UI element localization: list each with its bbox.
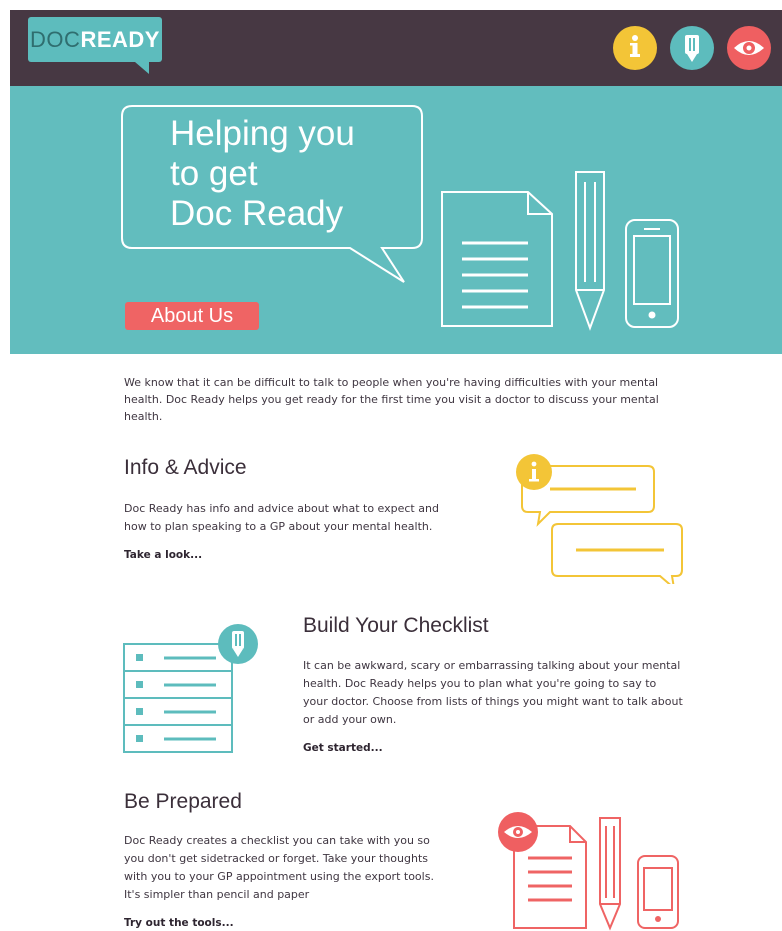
pencil-outline-icon [599,817,621,931]
info-advice-text: Doc Ready has info and advice about what… [124,502,439,533]
be-prepared-title: Be Prepared [124,790,242,813]
be-prepared-illustration [498,812,679,931]
eye-icon [734,41,764,55]
info-advice-title: Info & Advice [124,456,247,479]
logo-doc: DOC [30,27,81,52]
checklist-icon [123,643,233,753]
hero-banner: Helping you to get Doc Ready About Us [10,86,782,354]
phone-icon [625,219,679,328]
hero-title-line: Doc Ready [170,194,344,233]
info-icon [516,454,552,490]
page: DOCREADY Helping you to get Doc Ready Ab… [10,10,782,931]
info-chat-illustration [516,454,683,584]
pencil-icon [685,35,699,62]
logo-ready: READY [80,27,160,52]
build-checklist-link[interactable]: Get started... [303,742,383,754]
info-icon [630,35,640,57]
doc-ready-logo[interactable]: DOCREADY [28,17,162,62]
checklist-nav-button[interactable] [670,26,714,70]
eye-icon [498,812,538,852]
pencil-outline-icon [575,171,605,331]
be-prepared-text: Doc Ready creates a checklist you can ta… [124,834,434,901]
phone-icon [637,855,679,929]
top-bar: DOCREADY [10,10,782,86]
info-nav-button[interactable] [613,26,657,70]
about-us-button[interactable]: About Us [125,302,259,330]
chat-bubble-icon [551,523,683,584]
build-checklist-title: Build Your Checklist [303,614,489,637]
info-advice-link[interactable]: Take a look... [124,549,202,561]
prepare-nav-button[interactable] [727,26,771,70]
logo-speech-tail [135,62,149,74]
be-prepared-link[interactable]: Try out the tools... [124,917,234,929]
pencil-icon [218,624,258,664]
build-checklist-text: It can be awkward, scary or embarrassing… [303,659,683,726]
checklist-illustration [123,624,258,753]
hero-title-line: to get [170,154,258,193]
hero-title: Helping you to get Doc Ready [170,114,420,234]
intro-text: We know that it can be difficult to talk… [124,376,659,423]
document-icon [441,191,553,327]
hero-title-line: Helping you [170,114,355,153]
logo-text: DOCREADY [28,17,162,62]
